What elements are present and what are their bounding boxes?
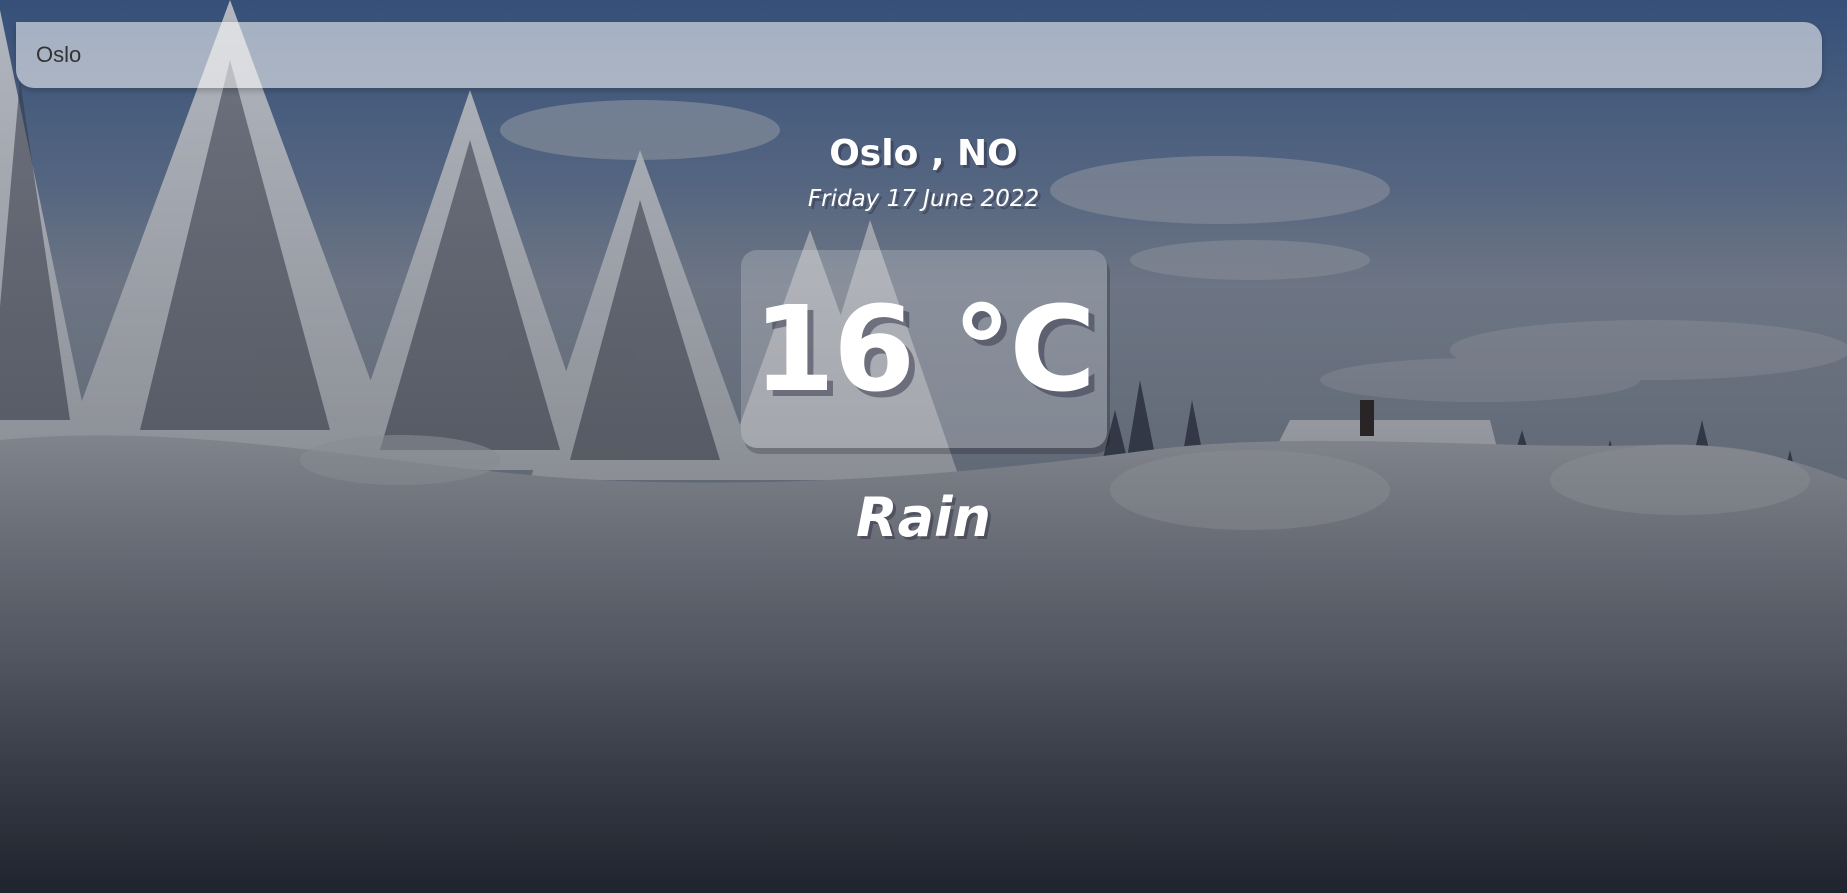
date-label: Friday 17 June 2022 [807, 186, 1040, 212]
location-label: Oslo , NO [829, 133, 1018, 174]
weather-condition: Rain [856, 486, 991, 549]
search-input[interactable] [16, 22, 1822, 88]
temperature-display: 16 °C [740, 250, 1107, 448]
weather-box: 16 °C Rain [0, 250, 1847, 548]
location-box: Oslo , NO Friday 17 June 2022 [0, 128, 1847, 214]
